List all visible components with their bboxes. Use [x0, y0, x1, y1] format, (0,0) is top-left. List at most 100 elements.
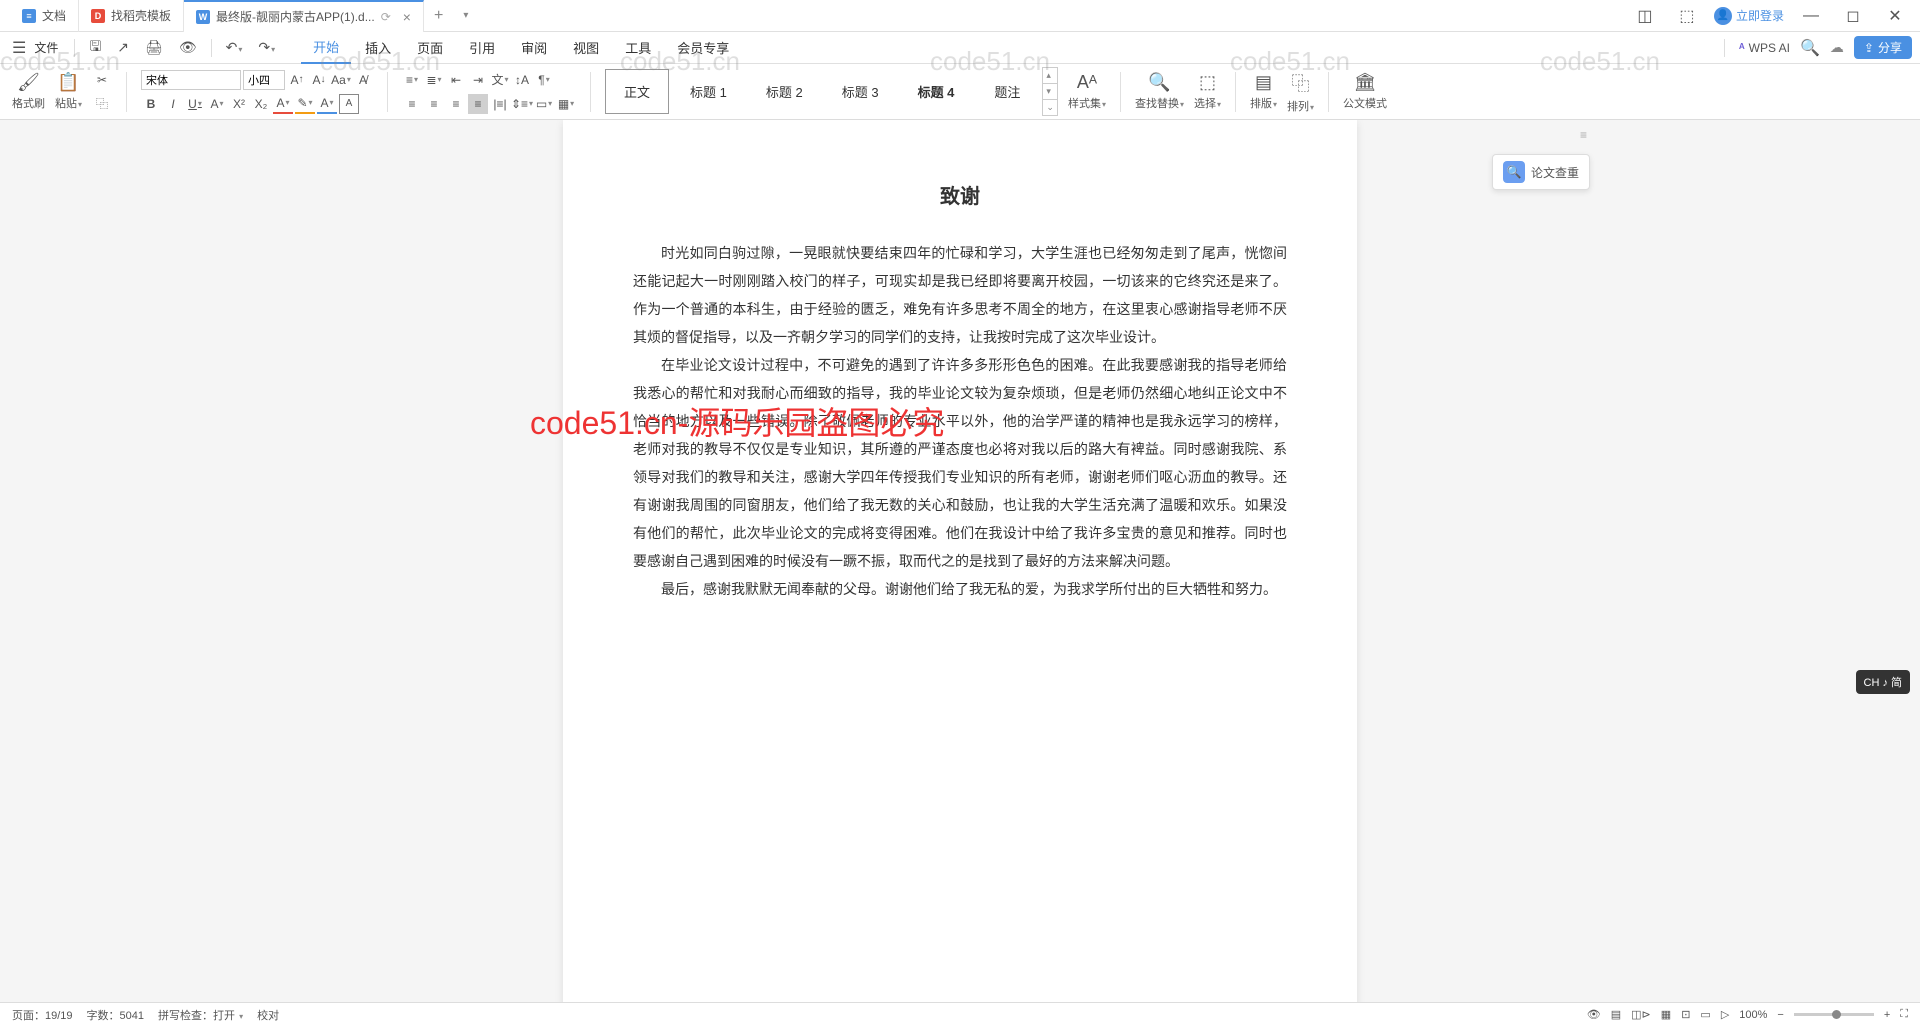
show-marks-icon[interactable]: ¶▾: [534, 70, 554, 90]
cloud-icon[interactable]: ☁: [1830, 39, 1844, 56]
border-icon[interactable]: ▦▾: [556, 94, 576, 114]
menu-tab-member[interactable]: 会员专享: [665, 32, 741, 63]
preview-icon[interactable]: 👁: [173, 39, 203, 56]
view-nav-icon[interactable]: ◫⊳: [1631, 1008, 1651, 1021]
print-icon[interactable]: 🖨: [139, 39, 169, 56]
zoom-slider[interactable]: [1794, 1013, 1874, 1016]
redo-icon[interactable]: ↷▾: [252, 39, 281, 56]
tab-template[interactable]: D 找稻壳模板: [79, 0, 184, 32]
view-play-icon[interactable]: ▷: [1721, 1008, 1729, 1021]
refresh-icon[interactable]: ⟳: [381, 10, 391, 24]
style-h2[interactable]: 标题 2: [748, 70, 821, 113]
select-group[interactable]: ⬚ 选择▾: [1194, 72, 1221, 111]
view-eye-icon[interactable]: 👁: [1587, 1008, 1601, 1021]
font-color-button[interactable]: A▾: [273, 94, 293, 114]
text-direction-icon[interactable]: 文▾: [490, 70, 510, 90]
proofread-status[interactable]: 校对: [257, 1007, 279, 1023]
change-case-icon[interactable]: Aa▾: [331, 70, 351, 90]
zoom-in-button[interactable]: +: [1884, 1009, 1890, 1021]
tab-documents[interactable]: ≡ 文档: [10, 0, 79, 32]
undo-icon[interactable]: ↶▾: [220, 39, 249, 56]
clear-format-icon[interactable]: A̸: [353, 70, 373, 90]
layout-group[interactable]: ▤ 排版▾: [1250, 72, 1277, 111]
style-scroll[interactable]: ▴▾⌄: [1042, 67, 1058, 116]
page-indicator[interactable]: 页面：19/19: [12, 1007, 73, 1023]
style-body[interactable]: 正文: [605, 69, 669, 114]
menu-tab-review[interactable]: 审阅: [509, 32, 559, 63]
window-mode-icon[interactable]: ◫: [1630, 1, 1660, 31]
increase-font-icon[interactable]: A↑: [287, 70, 307, 90]
superscript-button[interactable]: X²: [229, 94, 249, 114]
view-outline-icon[interactable]: ⊡: [1681, 1008, 1690, 1021]
export-icon[interactable]: ↗: [111, 39, 135, 56]
sort-icon[interactable]: ↕A: [512, 70, 532, 90]
view-read-icon[interactable]: ▭: [1700, 1008, 1710, 1021]
paper-check-button[interactable]: 🔍 论文查重: [1492, 154, 1590, 190]
app-menu-icon[interactable]: ☰: [8, 38, 30, 58]
paste-group[interactable]: 📋 粘贴▾: [55, 72, 82, 111]
style-h4[interactable]: 标题 4: [900, 70, 973, 113]
strikethrough-button[interactable]: A▾: [207, 94, 227, 114]
highlight-button[interactable]: ✎▾: [295, 94, 315, 114]
fullscreen-icon[interactable]: ⛶: [1900, 1008, 1908, 1021]
search-icon[interactable]: 🔍: [1800, 38, 1820, 58]
find-replace-group[interactable]: 🔍 查找替换▾: [1135, 72, 1184, 111]
font-name-select[interactable]: [141, 70, 241, 90]
save-icon[interactable]: 🖫: [83, 36, 107, 60]
view-page-icon[interactable]: ▤: [1611, 1008, 1621, 1021]
close-window-button[interactable]: ✕: [1880, 1, 1910, 31]
bullet-list-icon[interactable]: ≡▾: [402, 70, 422, 90]
arrange-group[interactable]: ⿻ 排列▾: [1287, 70, 1314, 114]
style-caption[interactable]: 题注: [975, 70, 1039, 113]
spell-check-status[interactable]: 拼写检查：打开 ▾: [158, 1007, 243, 1023]
menu-tab-view[interactable]: 视图: [561, 32, 611, 63]
share-button[interactable]: ⇪ 分享: [1854, 36, 1912, 59]
file-menu[interactable]: 文件: [34, 39, 58, 56]
align-justify-icon[interactable]: ≡: [468, 94, 488, 114]
align-left-icon[interactable]: ≡: [402, 94, 422, 114]
char-border-button[interactable]: A: [339, 94, 359, 114]
close-tab-icon[interactable]: ×: [403, 9, 411, 25]
cut-icon[interactable]: ✂: [92, 70, 112, 90]
decrease-indent-icon[interactable]: ⇤: [446, 70, 466, 90]
menu-tab-ref[interactable]: 引用: [457, 32, 507, 63]
shading-icon[interactable]: ▭▾: [534, 94, 554, 114]
view-web-icon[interactable]: ▦: [1661, 1008, 1671, 1021]
line-spacing-icon[interactable]: ⇕≡▾: [512, 94, 532, 114]
underline-button[interactable]: U▾: [185, 94, 205, 114]
tab-current-doc[interactable]: W 最终版-靓丽内蒙古APP(1).d... ⟳ ×: [184, 0, 424, 32]
style-h3[interactable]: 标题 3: [824, 70, 897, 113]
gutter-minimize-icon[interactable]: ≡: [1580, 128, 1587, 142]
increase-indent-icon[interactable]: ⇥: [468, 70, 488, 90]
document-area[interactable]: 致谢 时光如同白驹过隙，一晃眼就快要结束四年的忙碌和学习，大学生涯也已经匆匆走到…: [0, 120, 1920, 1002]
ime-indicator[interactable]: CH ♪ 简: [1856, 670, 1911, 694]
menu-tab-insert[interactable]: 插入: [353, 32, 403, 63]
zoom-label[interactable]: 100%: [1739, 1009, 1767, 1021]
subscript-button[interactable]: X₂: [251, 94, 271, 114]
italic-button[interactable]: I: [163, 94, 183, 114]
align-right-icon[interactable]: ≡: [446, 94, 466, 114]
copy-icon[interactable]: ⿻: [92, 94, 112, 114]
align-center-icon[interactable]: ≡: [424, 94, 444, 114]
official-mode-group[interactable]: 🏛 公文模式: [1343, 72, 1387, 111]
font-size-select[interactable]: [243, 70, 285, 90]
styles-set-group[interactable]: Aᴬ 样式集▾: [1068, 72, 1106, 111]
minimize-button[interactable]: —: [1796, 1, 1826, 31]
new-tab-button[interactable]: +: [424, 7, 453, 25]
menu-tab-page[interactable]: 页面: [405, 32, 455, 63]
text-effect-button[interactable]: A▾: [317, 94, 337, 114]
decrease-font-icon[interactable]: A↓: [309, 70, 329, 90]
menu-tab-tools[interactable]: 工具: [613, 32, 663, 63]
document-page[interactable]: 致谢 时光如同白驹过隙，一晃眼就快要结束四年的忙碌和学习，大学生涯也已经匆匆走到…: [563, 120, 1357, 1002]
maximize-button[interactable]: ◻: [1838, 1, 1868, 31]
wps-ai-button[interactable]: ᴬ WPS AI: [1739, 41, 1790, 55]
bold-button[interactable]: B: [141, 94, 161, 114]
menu-tab-start[interactable]: 开始: [301, 31, 351, 64]
cube-icon[interactable]: ⬚: [1672, 1, 1702, 31]
tab-menu-dropdown[interactable]: ▾: [453, 10, 478, 21]
login-button[interactable]: 👤 立即登录: [1714, 7, 1784, 25]
distribute-icon[interactable]: |≡|: [490, 94, 510, 114]
zoom-out-button[interactable]: −: [1777, 1009, 1783, 1021]
word-count[interactable]: 字数：5041: [87, 1007, 144, 1023]
style-h1[interactable]: 标题 1: [672, 70, 745, 113]
